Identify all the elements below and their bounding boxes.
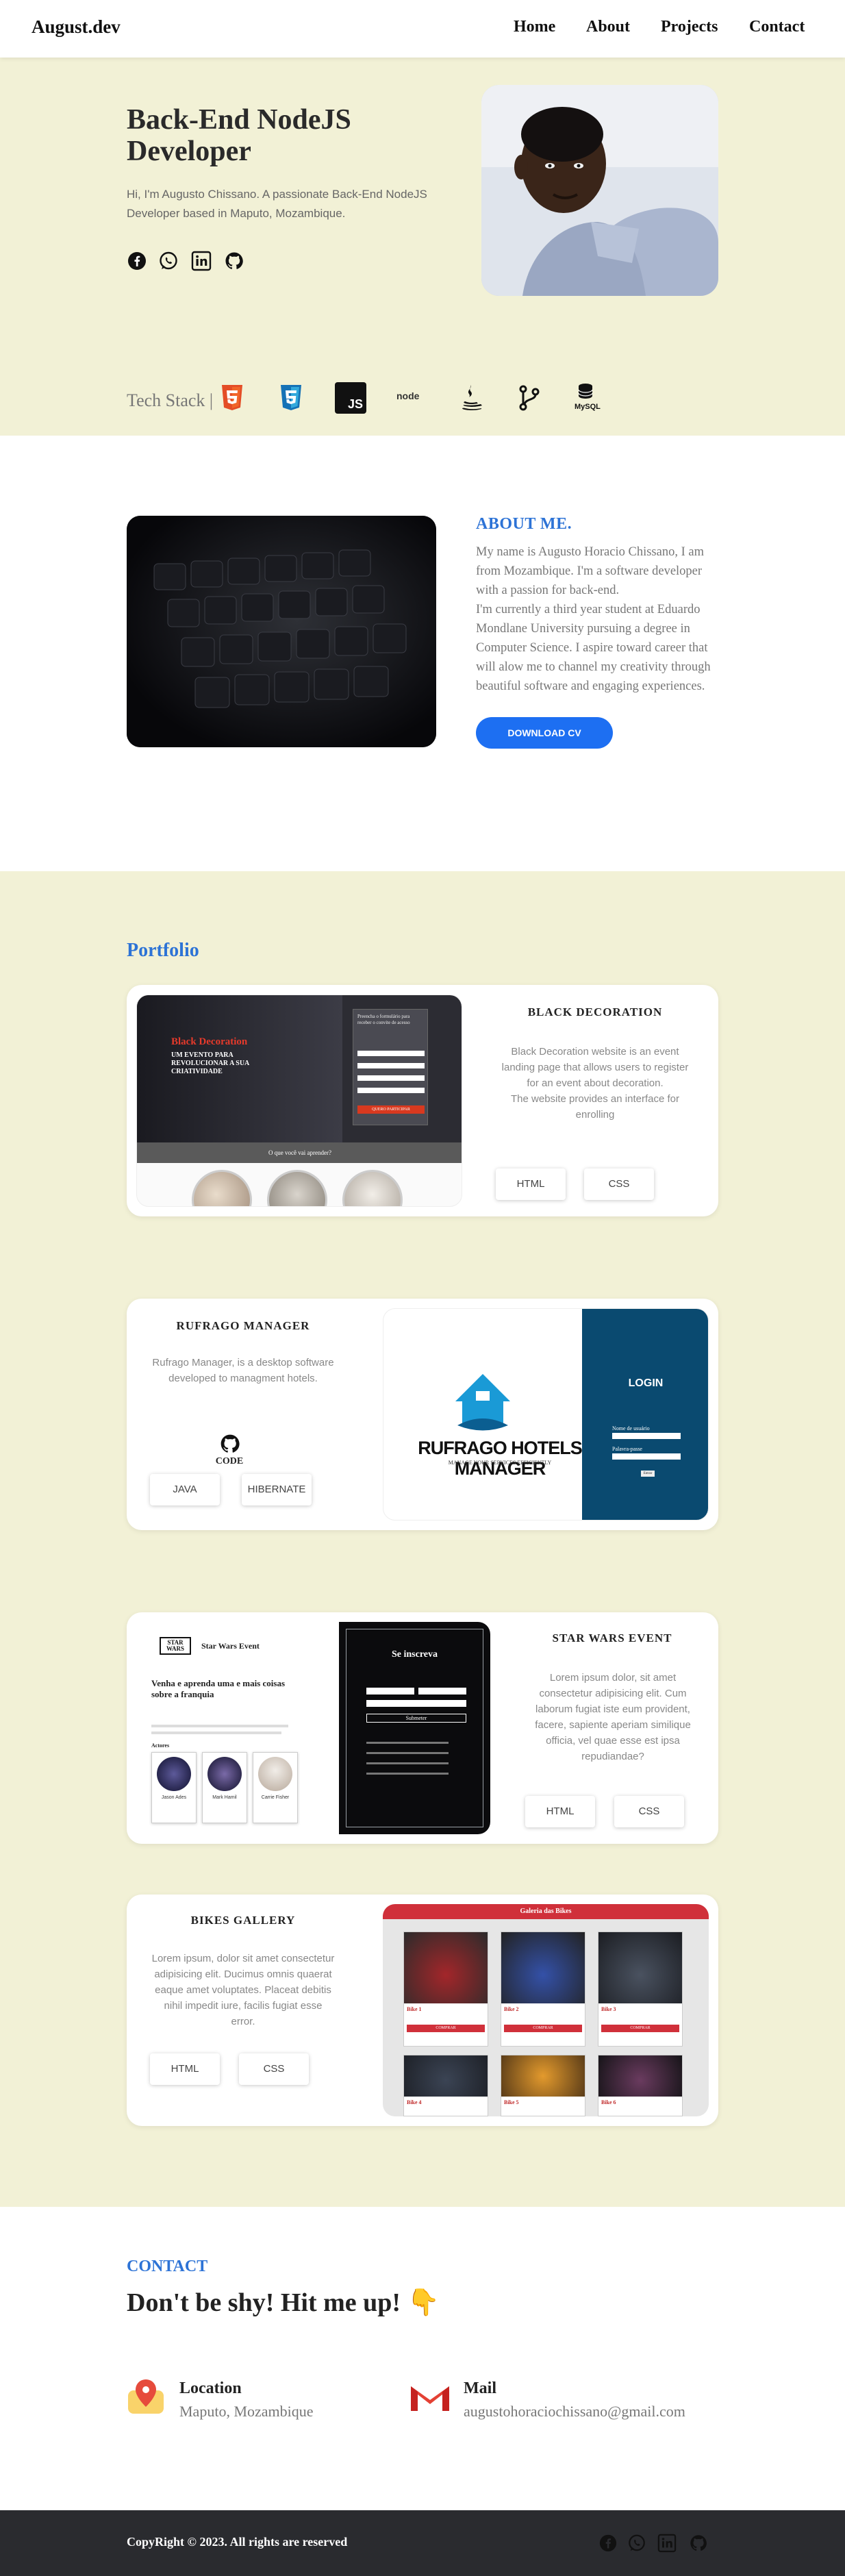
github-icon[interactable] [224, 251, 244, 271]
linkedin-icon[interactable] [191, 251, 212, 271]
linkedin-icon[interactable] [657, 2534, 677, 2553]
project-description: Lorem ipsum, dolor sit amet consectetur … [151, 1953, 335, 2027]
html5-icon [222, 385, 242, 410]
nav-contact[interactable]: Contact [749, 18, 805, 36]
tag-css[interactable]: CSS [614, 1796, 684, 1827]
hero-description: Hi, I'm Augusto Chissano. A passionate B… [127, 188, 427, 220]
whatsapp-icon[interactable] [627, 2534, 646, 2553]
portfolio-section: Portfolio Black Decoration UM EVENTO PAR… [0, 871, 845, 2207]
download-cv-button[interactable]: DOWNLOAD CV [476, 717, 613, 749]
mail-value[interactable]: augustohoraciochissano@gmail.com [464, 2403, 685, 2421]
hero-section: Back-End NodeJS Developer Hi, I'm August… [0, 58, 845, 436]
project-description: Black Decoration website is an event lan… [501, 1046, 689, 1121]
tag-html[interactable]: HTML [150, 2053, 220, 2085]
tag-css[interactable]: CSS [239, 2053, 309, 2085]
site-header: August.dev Home About Projects Contact [0, 0, 845, 58]
nav-about[interactable]: About [586, 18, 630, 36]
project-description: Rufrago Manager, is a desktop software d… [152, 1357, 334, 1384]
about-title: ABOUT ME. [476, 515, 572, 533]
mysql-icon: MySQL [573, 382, 605, 414]
contact-label: CONTACT [127, 2258, 208, 2275]
nav-home[interactable]: Home [514, 18, 555, 36]
portfolio-title: Portfolio [127, 940, 199, 961]
location-value: Maputo, Mozambique [179, 2403, 314, 2420]
facebook-icon[interactable] [127, 251, 147, 271]
project-card-bikes-gallery: BIKES GALLERY Lorem ipsum, dolor sit ame… [127, 1895, 718, 2126]
project-title: RUFRAGO MANAGER [176, 1319, 310, 1332]
about-keyboard-image [127, 516, 436, 747]
nodejs-icon: node [396, 390, 420, 401]
site-footer: CopyRight © 2023. All rights are reserve… [0, 2510, 845, 2576]
github-icon[interactable] [219, 1433, 241, 1455]
copyright-text: CopyRight © 2023. All rights are reserve… [127, 2535, 348, 2549]
about-text: My name is Augusto Horacio Chissano, I a… [476, 545, 711, 693]
location-icon [128, 2379, 164, 2414]
tag-css[interactable]: CSS [584, 1168, 654, 1200]
code-label: CODE [215, 1456, 244, 1466]
tag-html[interactable]: HTML [496, 1168, 566, 1200]
whatsapp-icon[interactable] [158, 251, 179, 271]
hotel-logo-icon [455, 1374, 510, 1431]
star-wars-screenshot[interactable]: STAR WARS Star Wars Event Venha e aprend… [136, 1622, 504, 1834]
tag-java[interactable]: JAVA [150, 1474, 220, 1505]
gmail-icon[interactable] [408, 2378, 452, 2416]
github-icon[interactable] [689, 2534, 708, 2553]
hero-title: Back-End NodeJS Developer [127, 104, 351, 167]
location-title: Location [179, 2379, 242, 2397]
project-description: Lorem ipsum dolor, sit amet consectetur … [535, 1672, 691, 1762]
project-title: BLACK DECORATION [527, 1005, 663, 1018]
site-logo[interactable]: August.dev [31, 16, 121, 38]
bikes-gallery-screenshot[interactable]: Galeria das Bikes Bike 1 COMPRAR Bike 2 … [383, 1904, 709, 2116]
facebook-icon[interactable] [598, 2534, 618, 2553]
project-card-rufrago-manager: RUFRAGO MANAGER Rufrago Manager, is a de… [127, 1299, 718, 1530]
tech-stack-label: Tech Stack | [127, 390, 214, 410]
tag-hibernate[interactable]: HIBERNATE [242, 1474, 312, 1505]
project-title: STAR WARS EVENT [552, 1631, 672, 1645]
tag-html[interactable]: HTML [525, 1796, 595, 1827]
project-card-black-decoration: Black Decoration UM EVENTO PARA REVOLUCI… [127, 985, 718, 1216]
contact-heading: Don't be shy! Hit me up! 👇 [127, 2288, 440, 2317]
nav-projects[interactable]: Projects [661, 18, 718, 36]
profile-photo [481, 85, 718, 296]
project-title: BIKES GALLERY [190, 1914, 296, 1927]
mail-title: Mail [464, 2379, 496, 2397]
git-icon [519, 385, 540, 411]
java-icon [462, 385, 482, 410]
javascript-icon: JS [335, 382, 366, 414]
css3-icon [281, 385, 301, 410]
black-decoration-screenshot[interactable]: Black Decoration UM EVENTO PARA REVOLUCI… [136, 995, 462, 1207]
rufrago-screenshot[interactable]: RUFRAGO HOTELS MANAGER MANAGE YOUR SERVI… [383, 1308, 709, 1521]
project-card-star-wars: STAR WARS Star Wars Event Venha e aprend… [127, 1612, 718, 1844]
